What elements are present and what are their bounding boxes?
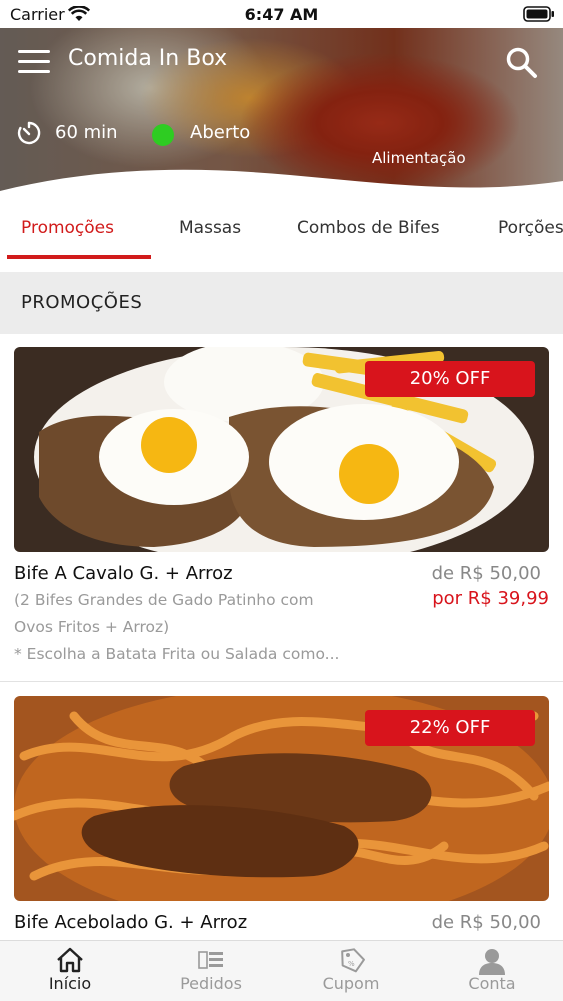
nav-pedidos[interactable]: Pedidos (141, 941, 281, 1001)
tab-porcoes[interactable]: Porções (498, 218, 563, 238)
tab-promocoes[interactable]: Promoções (21, 218, 114, 238)
status-bar: Carrier 6:47 AM (0, 0, 563, 28)
product-description-line-2: Ovos Fritos + Arroz) (14, 618, 170, 636)
product-description-line-1: (2 Bifes Grandes de Gado Patinho com (14, 591, 314, 609)
card-divider (0, 681, 563, 682)
tab-combos-de-bifes[interactable]: Combos de Bifes (297, 218, 440, 238)
nav-cupom-label: Cupom (322, 974, 380, 993)
original-price: de R$ 50,00 (431, 912, 541, 933)
discount-badge: 20% OFF (365, 361, 535, 397)
delivery-time: 60 min (55, 122, 118, 143)
open-status-label: Aberto (190, 122, 251, 143)
home-icon (55, 947, 85, 977)
nav-conta[interactable]: Conta (422, 941, 562, 1001)
nav-pedidos-label: Pedidos (180, 974, 242, 993)
svg-text:%: % (348, 960, 355, 968)
nav-cupom[interactable]: % Cupom (281, 941, 421, 1001)
section-header: PROMOÇÕES (0, 272, 563, 334)
nav-inicio[interactable]: Início (0, 941, 140, 1001)
orders-icon (196, 947, 226, 977)
product-card[interactable]: 20% OFF Bife A Cavalo G. + Arroz (2 Bife… (0, 334, 563, 682)
timer-icon (16, 120, 42, 150)
menu-icon[interactable] (18, 50, 50, 74)
store-title: Comida In Box (68, 46, 228, 71)
battery-icon (523, 6, 555, 26)
nav-conta-label: Conta (468, 974, 516, 993)
active-tab-indicator (7, 255, 151, 259)
product-description-line-3: * Escolha a Batata Frita ou Salada como.… (14, 645, 340, 663)
open-status-indicator (152, 124, 174, 146)
store-header: Comida In Box 60 min Aberto Alimentação (0, 28, 563, 200)
discount-badge: 22% OFF (365, 710, 535, 746)
section-title: PROMOÇÕES (21, 292, 143, 313)
product-name: Bife A Cavalo G. + Arroz (14, 563, 233, 584)
clock: 6:47 AM (244, 5, 319, 24)
original-price: de R$ 50,00 (431, 563, 541, 584)
product-image: 20% OFF (14, 347, 549, 552)
product-image: 22% OFF (14, 696, 549, 901)
bottom-tab-bar: Início Pedidos % Cupom Conta (0, 940, 563, 1001)
product-card[interactable]: 22% OFF Bife Acebolado G. + Arroz de R$ … (0, 683, 563, 940)
product-name: Bife Acebolado G. + Arroz (14, 912, 248, 933)
header-wave-divider (0, 169, 563, 200)
nav-inicio-label: Início (48, 974, 92, 993)
search-icon[interactable] (505, 46, 539, 84)
promo-price: por R$ 39,99 (432, 588, 549, 609)
tab-massas[interactable]: Massas (179, 218, 241, 238)
category-tabs: Promoções Massas Combos de Bifes Porções (0, 200, 563, 272)
